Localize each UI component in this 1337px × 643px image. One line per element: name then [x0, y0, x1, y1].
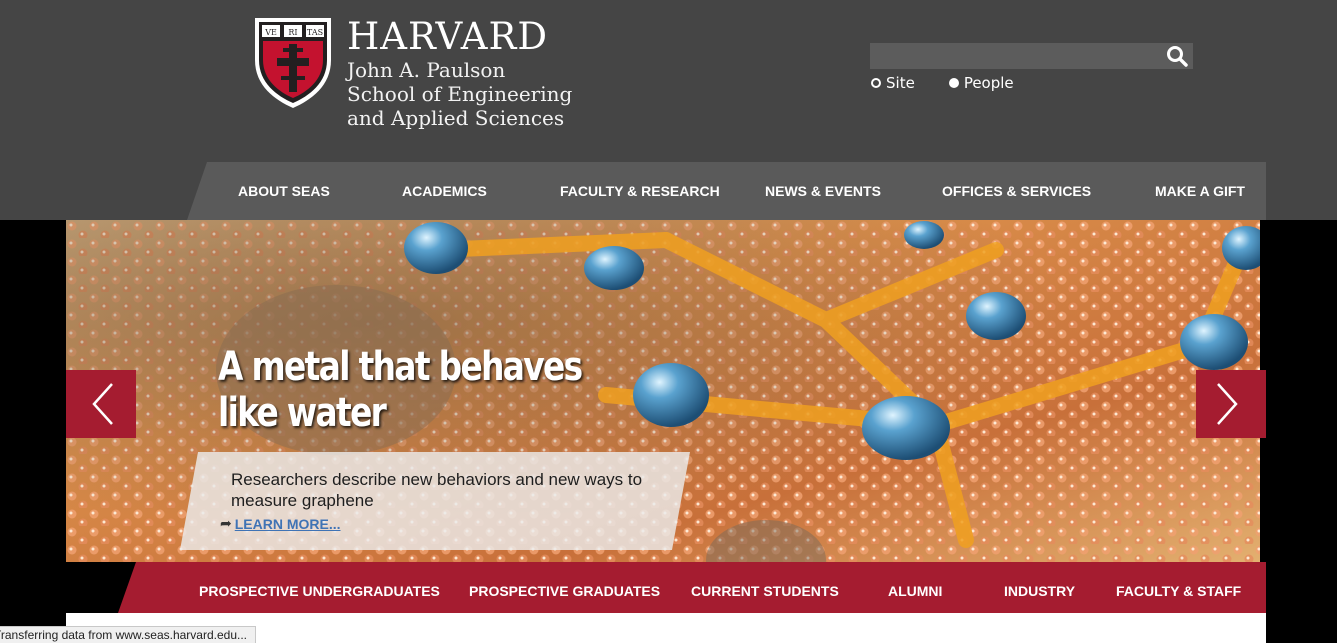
audience-industry[interactable]: INDUSTRY	[1004, 583, 1075, 599]
hero-description: Researchers describe new behaviors and n…	[231, 470, 643, 510]
nav-news-events[interactable]: NEWS & EVENTS	[765, 183, 881, 199]
audience-faculty-staff[interactable]: FACULTY & STAFF	[1116, 583, 1241, 599]
share-arrow-icon: ➦	[220, 516, 232, 532]
audience-alumni[interactable]: ALUMNI	[888, 583, 942, 599]
chevron-left-icon	[92, 383, 113, 425]
shield-motto-3: TAS	[307, 28, 323, 37]
search-icon[interactable]	[1165, 44, 1189, 68]
harvard-shield-icon: VE RI TAS	[255, 18, 331, 108]
learn-more-label: LEARN MORE...	[234, 516, 341, 532]
search-scope-site[interactable]: Site	[871, 74, 915, 92]
nav-make-a-gift[interactable]: MAKE A GIFT	[1155, 183, 1245, 199]
radio-selected-icon	[871, 78, 881, 88]
shield-motto-2: RI	[288, 28, 297, 37]
search-scope-options: Site People	[871, 74, 1048, 92]
site-logo[interactable]: VE RI TAS HARVARD John A. Paulson School…	[253, 16, 573, 136]
carousel-prev-button[interactable]	[66, 370, 136, 438]
carousel-next-button[interactable]	[1196, 370, 1266, 438]
brand-wordmark: HARVARD John A. Paulson School of Engine…	[347, 15, 573, 131]
audience-navigation: PROSPECTIVE UNDERGRADUATES PROSPECTIVE G…	[118, 562, 1266, 613]
nav-offices-services[interactable]: OFFICES & SERVICES	[942, 183, 1091, 199]
browser-status-bar: Transferring data from www.seas.harvard.…	[0, 626, 256, 643]
hero-headline: A metal that behaves like water	[218, 344, 583, 436]
shield-motto-1: VE	[264, 28, 277, 37]
chevron-right-icon	[1217, 383, 1238, 425]
school-name-line-1: John A. Paulson	[347, 58, 506, 82]
search-scope-people[interactable]: People	[948, 74, 1014, 92]
radio-unselected-icon	[948, 78, 959, 88]
audience-current-students[interactable]: CURRENT STUDENTS	[691, 583, 839, 599]
school-name-line-2: School of Engineering	[347, 82, 573, 106]
search-bar	[870, 43, 1193, 69]
search-input[interactable]	[870, 43, 1160, 69]
brand-name: HARVARD	[347, 15, 548, 58]
school-name-line-3: and Applied Sciences	[347, 106, 565, 130]
search-scope-site-label: Site	[886, 74, 915, 92]
nav-academics[interactable]: ACADEMICS	[402, 183, 487, 199]
nav-about-seas[interactable]: ABOUT SEAS	[238, 183, 330, 199]
main-navigation: ABOUT SEAS ACADEMICS FACULTY & RESEARCH …	[187, 162, 1266, 220]
site-header: VE RI TAS HARVARD John A. Paulson School…	[0, 0, 1337, 220]
status-text: Transferring data from www.seas.harvard.…	[0, 628, 247, 642]
hero-caption: Researchers describe new behaviors and n…	[180, 452, 690, 550]
learn-more-link[interactable]: ➦ LEARN MORE...	[220, 516, 341, 532]
audience-prospective-undergraduates[interactable]: PROSPECTIVE UNDERGRADUATES	[199, 583, 440, 599]
search-scope-people-label: People	[963, 74, 1014, 92]
audience-prospective-graduates[interactable]: PROSPECTIVE GRADUATES	[469, 583, 660, 599]
nav-faculty-research[interactable]: FACULTY & RESEARCH	[560, 183, 720, 199]
